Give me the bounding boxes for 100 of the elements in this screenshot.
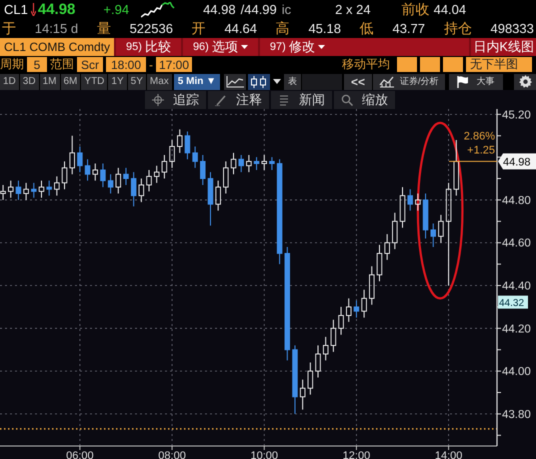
pen-icon [215, 94, 227, 106]
moving-average-field[interactable] [420, 57, 440, 72]
candlestick [84, 158, 90, 182]
candlestick [138, 178, 144, 203]
quote-value: 44.98 [203, 2, 236, 17]
candlestick [208, 172, 214, 226]
moving-average-field[interactable] [443, 57, 463, 72]
candlestick [338, 306, 344, 336]
candlestick [238, 154, 244, 173]
candlestick [346, 298, 352, 322]
period-button[interactable]: YTD [81, 74, 108, 90]
quote-value: 45.18 [308, 21, 341, 36]
back-button[interactable]: << [344, 74, 372, 90]
start-time-field[interactable]: 18:00 [106, 57, 146, 72]
candlestick [330, 319, 336, 352]
period-button[interactable]: 1D [0, 74, 19, 90]
candlestick [184, 130, 190, 160]
crosshair-icon [152, 94, 164, 106]
quote-label: 前收 [402, 0, 430, 18]
candlestick [8, 180, 14, 198]
candlestick [292, 344, 298, 414]
x-axis-label: 12:00 [342, 450, 370, 459]
candlestick [422, 193, 428, 239]
end-time-field[interactable]: 17:00 [156, 57, 192, 72]
y-axis-label: 44.20 [502, 323, 531, 336]
candlestick [177, 128, 182, 154]
period-button[interactable]: 1Y [108, 74, 127, 90]
change-annotation: 2.86% [464, 130, 495, 142]
caret-icon[interactable] [273, 79, 282, 84]
security-field[interactable]: CL1 COMB Comdty [0, 38, 114, 56]
search-icon [341, 94, 353, 106]
period-button[interactable]: 5 Min ▼ [174, 74, 220, 90]
last-price-tag: 44.98 [498, 153, 536, 170]
annotate-tool-button[interactable]: 注释 [208, 90, 269, 108]
y-axis-label: 44.60 [502, 238, 531, 250]
candlestick [192, 146, 198, 168]
candlestick [16, 180, 22, 200]
candlestick [376, 244, 382, 282]
candlestick [31, 182, 37, 198]
zoom-tool-button[interactable]: 缩放 [334, 90, 395, 108]
candlestick [454, 140, 460, 196]
range-type-field[interactable]: Scr [77, 57, 103, 72]
track-tool-button[interactable]: 追踪 [145, 90, 206, 108]
candlestick [54, 176, 60, 196]
range-separator: - [149, 58, 153, 72]
candlestick [108, 174, 114, 194]
candlestick [369, 266, 375, 306]
y-axis-label: 44.00 [502, 366, 531, 378]
candlestick [123, 167, 129, 186]
quote-value: 44.64 [224, 21, 257, 36]
period-label: 周期 [0, 56, 24, 73]
period-button[interactable]: Max [146, 74, 172, 90]
period-field[interactable]: 5 [27, 57, 47, 72]
candlestick [384, 234, 390, 260]
y-axis-label: 44.80 [502, 194, 531, 207]
candlestick [300, 379, 306, 410]
period-button[interactable]: 5Y [128, 74, 146, 90]
ticker-symbol: CL1 [4, 2, 28, 17]
quote-label: 低 [360, 20, 374, 38]
gear-icon [518, 75, 532, 88]
quote-label: 于 [2, 20, 16, 38]
quote-label: 高 [276, 20, 290, 38]
news-icon [278, 94, 290, 106]
candlestick [46, 180, 52, 196]
flag-icon [456, 76, 469, 88]
news-tool-button[interactable]: 新闻 [271, 90, 332, 108]
candlestick [430, 222, 436, 248]
line-chart-button[interactable] [224, 74, 246, 90]
period-button[interactable]: 3D [20, 74, 39, 90]
candlestick [262, 154, 267, 170]
period-button[interactable]: 6M [60, 74, 80, 90]
candlestick [200, 154, 206, 186]
quote-value: 2 x 24 [335, 2, 371, 17]
candlestick [223, 160, 229, 194]
quote-value: 522536 [130, 21, 173, 36]
quote-value: 43.77 [392, 21, 426, 36]
period-button[interactable]: 1M [40, 74, 60, 90]
events-button[interactable]: 大事 [448, 74, 503, 90]
candlestick [415, 193, 421, 212]
candlestick [162, 154, 168, 180]
candlestick-button[interactable] [248, 74, 270, 90]
price-marker-tag: 44.32 [498, 296, 528, 310]
moving-average-field[interactable] [397, 57, 417, 72]
candlestick [92, 163, 98, 182]
y-axis-label: 44.40 [502, 280, 531, 293]
sparkline-icon [141, 2, 176, 18]
quote-note: ic [282, 2, 292, 17]
chart-icon [379, 76, 396, 88]
lower-panel-field[interactable]: 无下半图 [466, 57, 532, 72]
candlestick [308, 362, 314, 396]
settings-button[interactable] [514, 74, 536, 90]
candlestick [100, 163, 106, 188]
analysis-button[interactable]: 证券/分析 [373, 74, 445, 90]
candlestick [146, 169, 152, 192]
table-button[interactable]: 表 [284, 74, 302, 90]
candlestick [246, 154, 252, 173]
x-axis-label: 10:00 [250, 450, 278, 459]
down-arrow-icon [30, 3, 36, 16]
quote-note: 14:15 d [34, 21, 78, 36]
quote-label: 量 [96, 20, 111, 38]
